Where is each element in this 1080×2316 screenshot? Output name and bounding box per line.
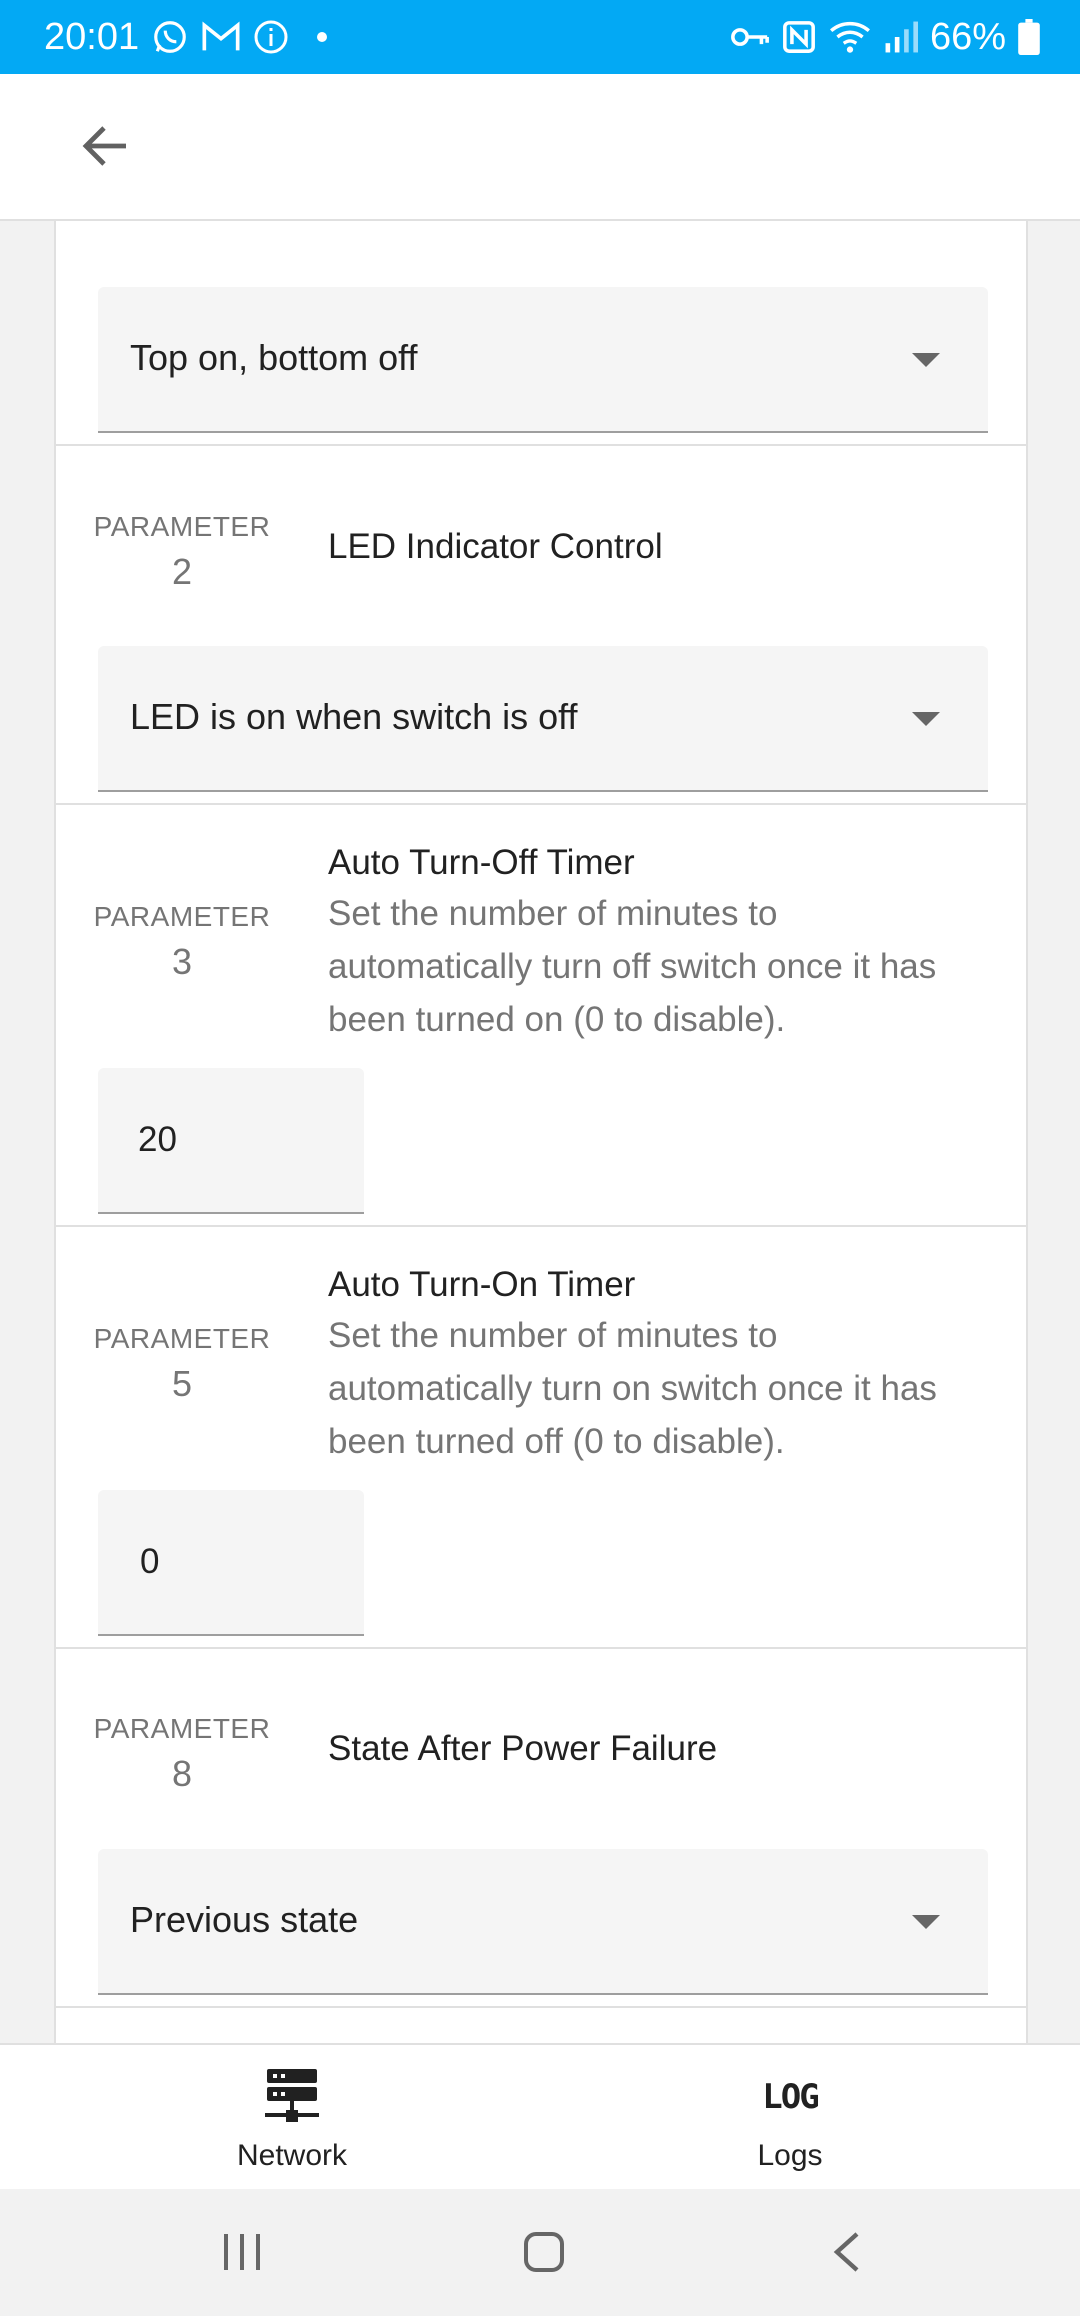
back-icon <box>831 2230 861 2279</box>
param-number: 8 <box>171 1753 193 1794</box>
divider <box>56 1647 1026 1649</box>
vpn-key-icon <box>730 22 770 52</box>
battery-level: 66% <box>929 15 1006 58</box>
nav-logs[interactable]: LOG Logs <box>640 2045 940 2191</box>
timer-minutes-input[interactable] <box>98 1068 364 1212</box>
param-description-5: Set the number of minutes to automatical… <box>328 1316 937 1461</box>
param-select-8[interactable]: Previous state <box>98 1849 988 1995</box>
config-scroll-area[interactable]: Top on, bottom off PARAMETER 2 LED Indic… <box>0 221 1080 2043</box>
app-bar <box>0 74 1080 221</box>
select-value: Previous state <box>130 1899 359 1940</box>
divider <box>56 2006 1026 2008</box>
param-description-3: Set the number of minutes to automatical… <box>328 894 937 1039</box>
nfc-icon <box>782 20 816 54</box>
param-select-2[interactable]: LED is on when switch is off <box>98 646 988 792</box>
status-bar: 20:01 66% <box>0 0 1080 74</box>
param-keyword: PARAMETER <box>93 511 271 542</box>
signal-icon <box>884 21 918 53</box>
select-value: Top on, bottom off <box>130 337 418 378</box>
param-number: 2 <box>171 551 193 592</box>
param-number-field-3[interactable] <box>98 1068 364 1214</box>
recents-icon <box>220 2232 264 2277</box>
dropdown-arrow-icon <box>912 1915 940 1929</box>
nav-logs-label: Logs <box>757 2139 823 2172</box>
param-label-2: PARAMETER 2 <box>82 511 282 593</box>
system-back-button[interactable] <box>801 2219 891 2289</box>
param-select-top[interactable]: Top on, bottom off <box>98 287 988 433</box>
param-label-3: PARAMETER 3 <box>82 901 282 983</box>
divider <box>56 803 1026 805</box>
nav-network[interactable]: Network <box>142 2045 442 2191</box>
recents-button[interactable] <box>197 2219 287 2289</box>
param-number: 5 <box>171 1363 193 1404</box>
timer-minutes-input[interactable] <box>98 1490 364 1634</box>
status-bar-left: 20:01 <box>44 15 328 59</box>
param-label-5: PARAMETER 5 <box>82 1323 282 1405</box>
home-icon <box>522 2230 566 2279</box>
nav-network-label: Network <box>236 2139 348 2172</box>
bottom-navigation: Network LOG Logs <box>0 2043 1080 2189</box>
info-icon <box>253 19 289 55</box>
param-keyword: PARAMETER <box>93 901 271 932</box>
param-title-2: LED Indicator Control <box>328 527 663 566</box>
param-keyword: PARAMETER <box>93 1323 271 1354</box>
battery-icon <box>1018 19 1040 55</box>
wifi-icon <box>828 19 872 55</box>
gmail-icon <box>201 20 241 54</box>
dropdown-arrow-icon <box>912 712 940 726</box>
log-icon: LOG <box>640 2069 940 2125</box>
divider <box>56 444 1026 446</box>
param-title-3: Auto Turn-Off Timer <box>328 843 635 882</box>
dropdown-arrow-icon <box>912 353 940 367</box>
status-bar-right: 66% <box>730 16 1040 59</box>
param-title-5: Auto Turn-On Timer <box>328 1265 636 1304</box>
parameters-card: Top on, bottom off PARAMETER 2 LED Indic… <box>54 221 1028 2043</box>
back-button[interactable] <box>70 120 142 176</box>
log-glyph: LOG <box>762 2077 819 2117</box>
param-number-field-5[interactable] <box>98 1490 364 1636</box>
arrow-back-icon <box>82 124 130 173</box>
param-title-8: State After Power Failure <box>328 1729 718 1768</box>
server-network-icon <box>142 2069 442 2125</box>
whatsapp-icon <box>151 18 189 56</box>
home-button[interactable] <box>499 2219 589 2289</box>
status-time: 20:01 <box>44 15 140 58</box>
param-keyword: PARAMETER <box>93 1713 271 1744</box>
param-number: 3 <box>171 941 193 982</box>
select-value: LED is on when switch is off <box>130 696 578 737</box>
divider <box>56 1225 1026 1227</box>
dot-icon <box>317 32 328 42</box>
param-label-8: PARAMETER 8 <box>82 1713 282 1795</box>
system-navigation-bar <box>0 2189 1080 2316</box>
